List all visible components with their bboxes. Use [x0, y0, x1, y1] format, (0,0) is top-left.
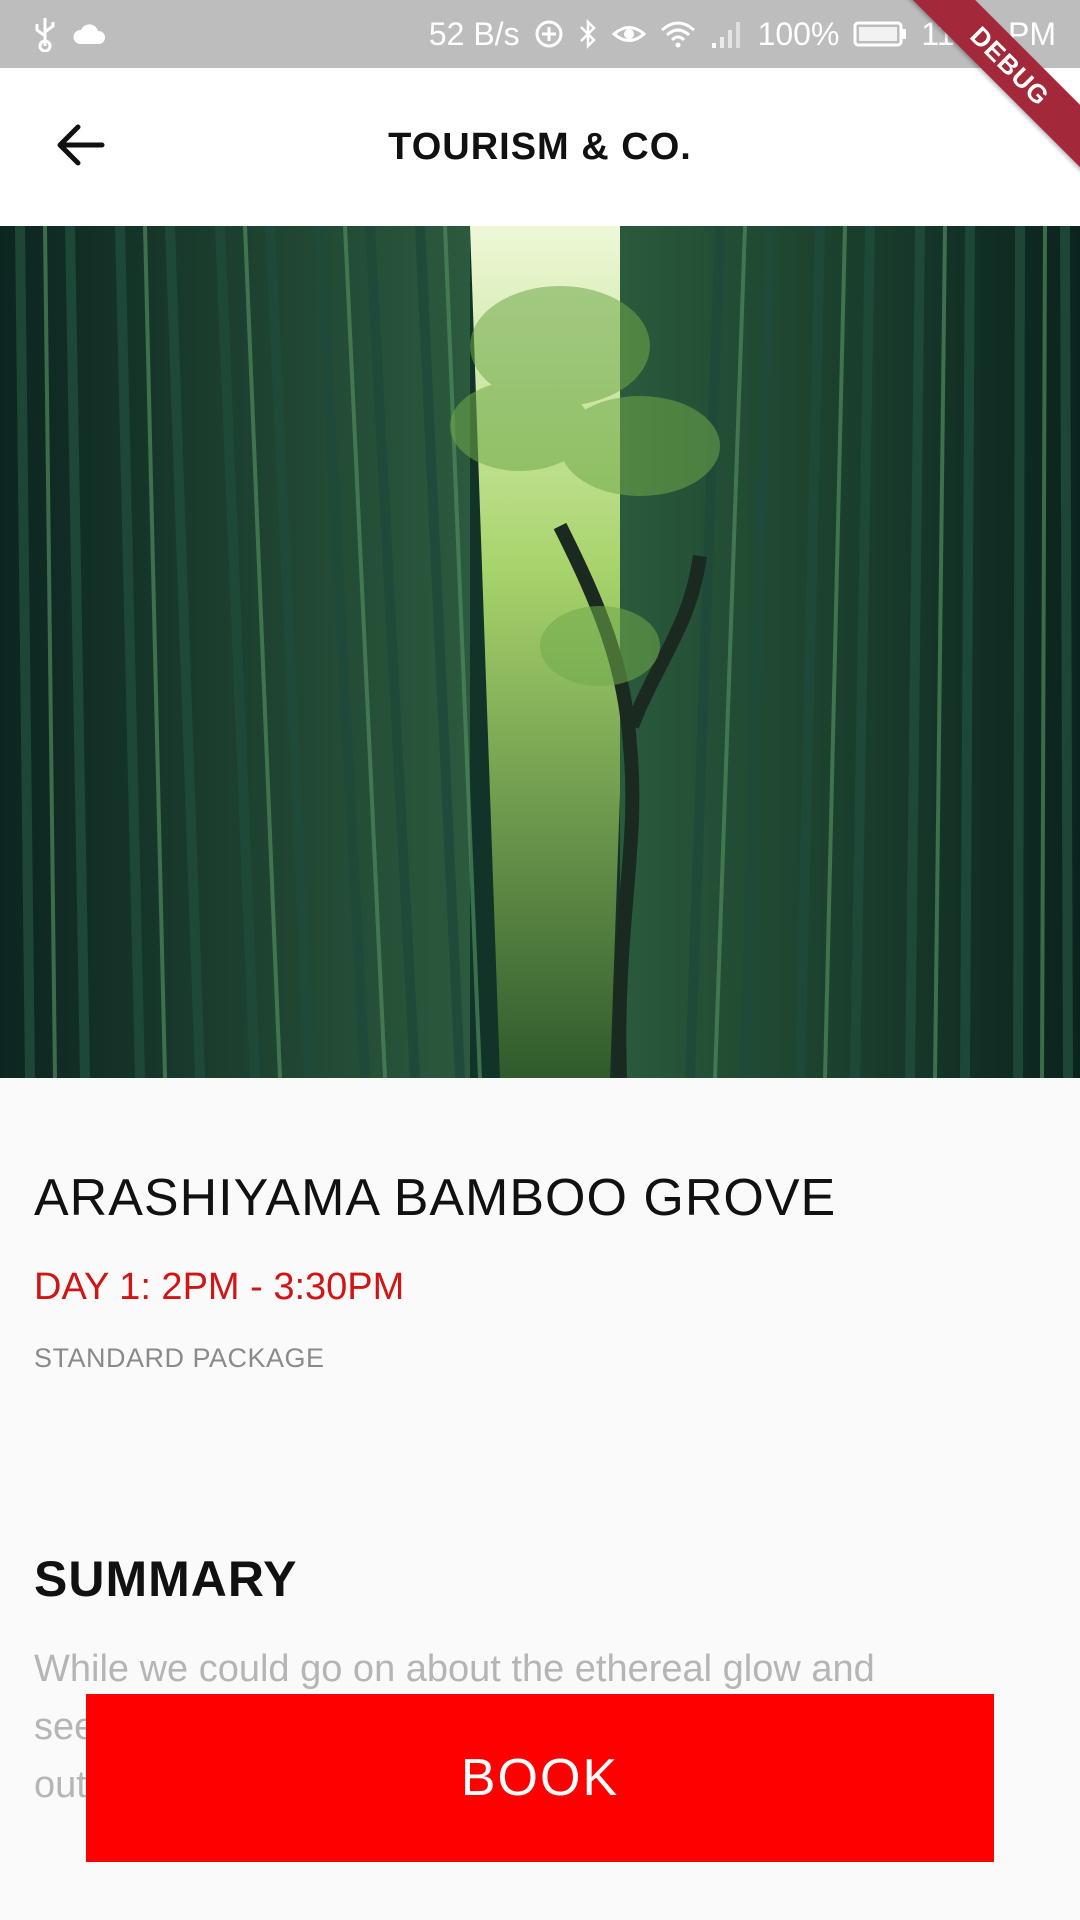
status-bar: 52 B/s 100% 11:19 PM	[0, 0, 1080, 68]
time-slot: DAY 1: 2PM - 3:30PM	[34, 1266, 405, 1308]
eye-icon	[611, 14, 646, 54]
app-bar: TOURISM & CO.	[0, 68, 1080, 226]
usb-icon	[32, 14, 58, 54]
package-label: STANDARD PACKAGE	[34, 1343, 325, 1373]
signal-icon	[710, 14, 744, 54]
cloud-icon	[72, 14, 106, 54]
book-button[interactable]: BOOK	[86, 1694, 994, 1862]
network-speed: 52 B/s	[428, 15, 520, 52]
back-button[interactable]	[40, 107, 120, 187]
hero-image	[0, 226, 1080, 1078]
summary-heading: SUMMARY	[34, 1551, 298, 1607]
details-section: ARASHIYAMA BAMBOO GROVE DAY 1: 2PM - 3:3…	[34, 1168, 1044, 1374]
status-left	[32, 14, 106, 54]
battery-icon	[853, 14, 907, 54]
bamboo-forest-photo	[0, 226, 1080, 1078]
place-title: ARASHIYAMA BAMBOO GROVE	[34, 1169, 837, 1227]
battery-percent: 100%	[757, 15, 840, 52]
bluetooth-icon	[578, 14, 598, 54]
data-saver-icon	[534, 14, 564, 54]
app-title: TOURISM & CO.	[388, 125, 692, 168]
wifi-icon	[660, 14, 696, 54]
arrow-back-icon	[54, 123, 106, 172]
